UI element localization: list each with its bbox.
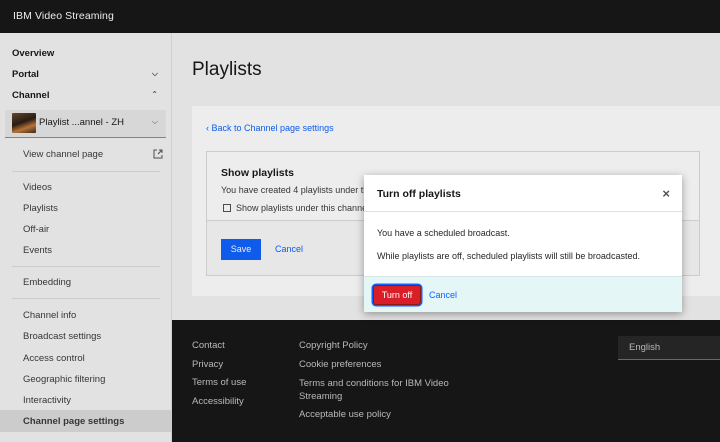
modal-cancel-button[interactable]: Cancel: [429, 290, 457, 300]
modal-title: Turn off playlists: [377, 188, 461, 200]
modal-header: Turn off playlists ×: [364, 175, 682, 212]
turn-off-button[interactable]: Turn off: [373, 285, 421, 305]
close-icon[interactable]: ×: [662, 186, 670, 201]
modal-message: You have a scheduled broadcast.: [377, 228, 510, 238]
modal-message-detail: While playlists are off, scheduled playl…: [377, 251, 640, 261]
modal-footer: Turn off Cancel: [364, 276, 682, 312]
turn-off-playlists-modal: Turn off playlists × You have a schedule…: [364, 175, 682, 312]
